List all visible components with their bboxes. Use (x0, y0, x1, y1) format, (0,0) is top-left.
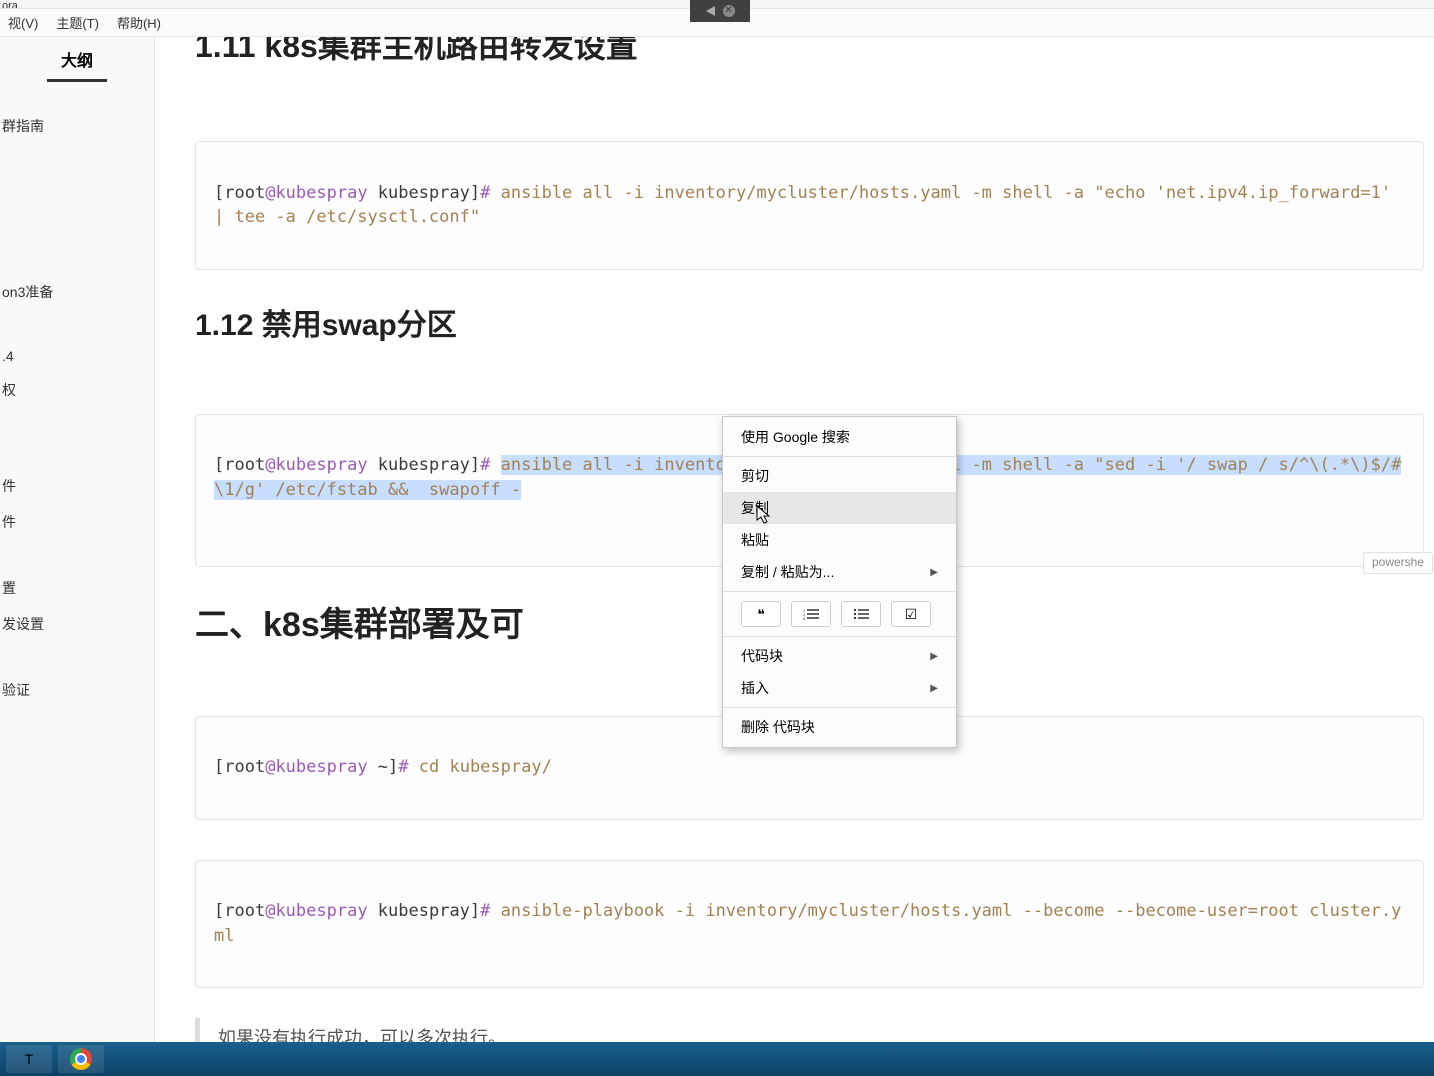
separator (723, 707, 956, 708)
dismiss-icon[interactable]: ✕ (723, 5, 735, 17)
menu-help[interactable]: 帮助(H) (111, 11, 167, 34)
ctx-codeblock[interactable]: 代码块 ▶ (723, 640, 956, 672)
menu-view[interactable]: 视(V) (2, 11, 44, 34)
separator (723, 456, 956, 457)
code-language-badge[interactable]: powershe (1363, 552, 1433, 573)
play-prev-icon (706, 6, 715, 16)
outline-item[interactable]: 件 (0, 468, 154, 504)
separator (723, 591, 956, 592)
chevron-right-icon: ▶ (930, 567, 938, 578)
context-menu: 使用 Google 搜索 剪切 复制 粘贴 复制 / 粘贴为... ▶ ❝ 12… (722, 416, 957, 748)
code-block-4[interactable]: [root@kubespray kubespray]# ansible-play… (195, 860, 1424, 989)
heading-112: 1.12 禁用swap分区 (195, 300, 1424, 344)
heading-111: 1.11 k8s集群主机路由转发设置 (195, 37, 1424, 61)
ctx-paste[interactable]: 粘贴 (723, 524, 956, 556)
ctx-ordered-list-icon[interactable]: 123 (791, 601, 831, 627)
ctx-cut[interactable]: 剪切 (723, 460, 956, 492)
ctx-checklist-icon[interactable]: ☑ (891, 601, 931, 627)
svg-text:3: 3 (803, 616, 806, 620)
outline-item[interactable]: 发设置 (0, 606, 154, 642)
menu-theme[interactable]: 主题(T) (50, 11, 105, 34)
ctx-paste-as[interactable]: 复制 / 粘贴为... ▶ (723, 556, 956, 588)
separator (723, 636, 956, 637)
ctx-quote-icon[interactable]: ❝ (741, 601, 781, 627)
taskbar-typora-icon[interactable]: T (6, 1045, 52, 1073)
outline-item[interactable]: on3准备 (0, 274, 154, 310)
sidebar-tab-outline[interactable]: 大纲 (47, 37, 107, 82)
ctx-unordered-list-icon[interactable] (841, 601, 881, 627)
ctx-format-row: ❝ 123 ☑ (723, 595, 956, 633)
outline-item[interactable]: 群指南 (0, 108, 154, 144)
chevron-right-icon: ▶ (930, 651, 938, 662)
ctx-google-search[interactable]: 使用 Google 搜索 (723, 421, 956, 453)
sidebar: 大纲 群指南 on3准备 .4 权 件 件 置 发设置 验证 (0, 37, 155, 1042)
outline-item[interactable]: 置 (0, 570, 154, 606)
outline-item[interactable]: .4 (0, 340, 154, 372)
outline-item[interactable]: 权 (0, 372, 154, 408)
notification-pill[interactable]: ✕ (690, 0, 750, 22)
taskbar-chrome-icon[interactable] (58, 1045, 104, 1073)
code-block-1[interactable]: [root@kubespray kubespray]# ansible all … (195, 141, 1424, 270)
taskbar[interactable]: T (0, 1042, 1434, 1076)
ctx-insert[interactable]: 插入 ▶ (723, 672, 956, 704)
blockquote-note: 如果没有执行成功，可以多次执行。 (195, 1018, 1424, 1042)
outline-item[interactable]: 件 (0, 504, 154, 540)
ctx-delete-codeblock[interactable]: 删除 代码块 (723, 711, 956, 743)
ctx-copy[interactable]: 复制 (723, 492, 956, 524)
chevron-right-icon: ▶ (930, 683, 938, 694)
outline-item[interactable]: 验证 (0, 672, 154, 708)
